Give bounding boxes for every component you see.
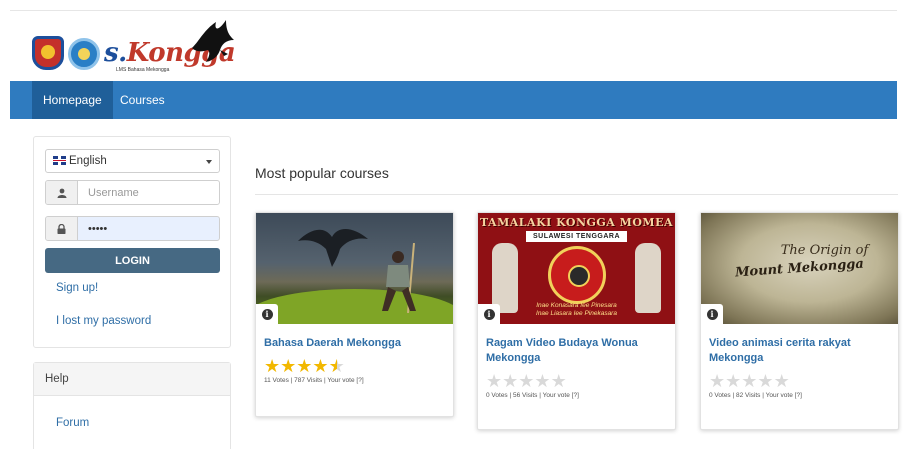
star-icon[interactable]: ★ [280, 357, 296, 375]
login-panel: English LOGIN Sign up! I lost my passwor… [33, 136, 231, 348]
star-icon[interactable]: ★ [709, 372, 725, 390]
nav-homepage[interactable]: Homepage [32, 81, 113, 119]
brand-tagline: LMS Bahasa Mekongga [116, 67, 170, 73]
star-icon[interactable]: ★ [296, 357, 312, 375]
lock-icon [46, 217, 78, 240]
thumbnail-banner-text: TAMALAKI KONGGA MOMEA [479, 216, 674, 229]
star-icon[interactable]: ★ [312, 357, 328, 375]
user-icon [46, 181, 78, 204]
rating-stars[interactable]: ★★★★★ [256, 351, 453, 375]
top-divider [10, 10, 897, 11]
course-thumbnail[interactable]: i [256, 213, 453, 324]
lost-password-link[interactable]: I lost my password [56, 315, 151, 327]
help-panel: Help Forum [33, 362, 231, 449]
thumbnail-subtitle: SULAWESI TENGGARA [526, 231, 627, 242]
eagle-illustration [298, 228, 368, 267]
course-thumbnail[interactable]: The Origin of Mount Mekongga i [701, 213, 898, 324]
info-icon[interactable]: i [701, 304, 723, 324]
username-field-group [45, 180, 220, 205]
forum-link[interactable]: Forum [56, 417, 89, 429]
star-icon[interactable]: ★ [518, 372, 534, 390]
nav-courses[interactable]: Courses [109, 81, 176, 119]
chevron-down-icon [206, 160, 212, 164]
course-card: The Origin of Mount Mekongga i Video ani… [700, 212, 899, 430]
course-title[interactable]: Video animasi cerita rakyat Mekongga [701, 324, 898, 366]
language-select[interactable]: English [45, 149, 220, 173]
thumbnail-title-line: Mount Mekongga [734, 256, 865, 281]
help-heading: Help [34, 363, 230, 396]
warrior-illustration [382, 243, 416, 313]
password-input[interactable] [79, 217, 219, 240]
education-emblem-icon [68, 38, 100, 70]
course-title[interactable]: Ragam Video Budaya Wonua Mekongga [478, 324, 675, 366]
thumbnail-motto: Inae Konasara Iee Pinesara Inae Liasara I… [536, 302, 617, 317]
rating-stars[interactable]: ★★★★★ [701, 366, 898, 390]
star-icon[interactable]: ★ [741, 372, 757, 390]
star-icon[interactable]: ★ [534, 372, 550, 390]
star-icon[interactable]: ★ [551, 372, 567, 390]
course-meta: 0 Votes | 56 Visits | Your vote [?] [486, 392, 579, 399]
eagle-icon [192, 20, 234, 62]
star-icon[interactable]: ★ [486, 372, 502, 390]
password-field-group [45, 216, 220, 241]
course-meta: 0 Votes | 82 Visits | Your vote [?] [709, 392, 802, 399]
course-card: i Bahasa Daerah Mekongga ★★★★★ 11 Votes … [255, 212, 454, 417]
course-meta: 11 Votes | 787 Visits | Your vote [?] [264, 377, 364, 384]
star-icon[interactable]: ★ [774, 372, 790, 390]
section-title: Most popular courses [255, 165, 389, 181]
star-icon[interactable]: ★ [264, 357, 280, 375]
language-value: English [69, 155, 107, 167]
star-half-icon[interactable]: ★ [329, 357, 345, 375]
course-title[interactable]: Bahasa Daerah Mekongga [256, 324, 453, 351]
uk-flag-icon [53, 156, 66, 165]
regency-emblem-icon [32, 36, 64, 70]
star-icon[interactable]: ★ [502, 372, 518, 390]
signup-link[interactable]: Sign up! [56, 282, 98, 294]
course-thumbnail[interactable]: TAMALAKI KONGGA MOMEA SULAWESI TENGGARA … [478, 213, 675, 324]
section-divider [255, 194, 898, 195]
username-input[interactable] [79, 181, 219, 204]
login-button[interactable]: LOGIN [45, 248, 220, 273]
star-icon[interactable]: ★ [757, 372, 773, 390]
crest-icon [548, 246, 606, 304]
info-icon[interactable]: i [478, 304, 500, 324]
site-logo[interactable]: s.Kongga LMS Bahasa Mekongga [30, 18, 236, 74]
course-card: TAMALAKI KONGGA MOMEA SULAWESI TENGGARA … [477, 212, 676, 430]
rating-stars[interactable]: ★★★★★ [478, 366, 675, 390]
main-navbar: Homepage Courses [10, 81, 897, 119]
star-icon[interactable]: ★ [725, 372, 741, 390]
info-icon[interactable]: i [256, 304, 278, 324]
